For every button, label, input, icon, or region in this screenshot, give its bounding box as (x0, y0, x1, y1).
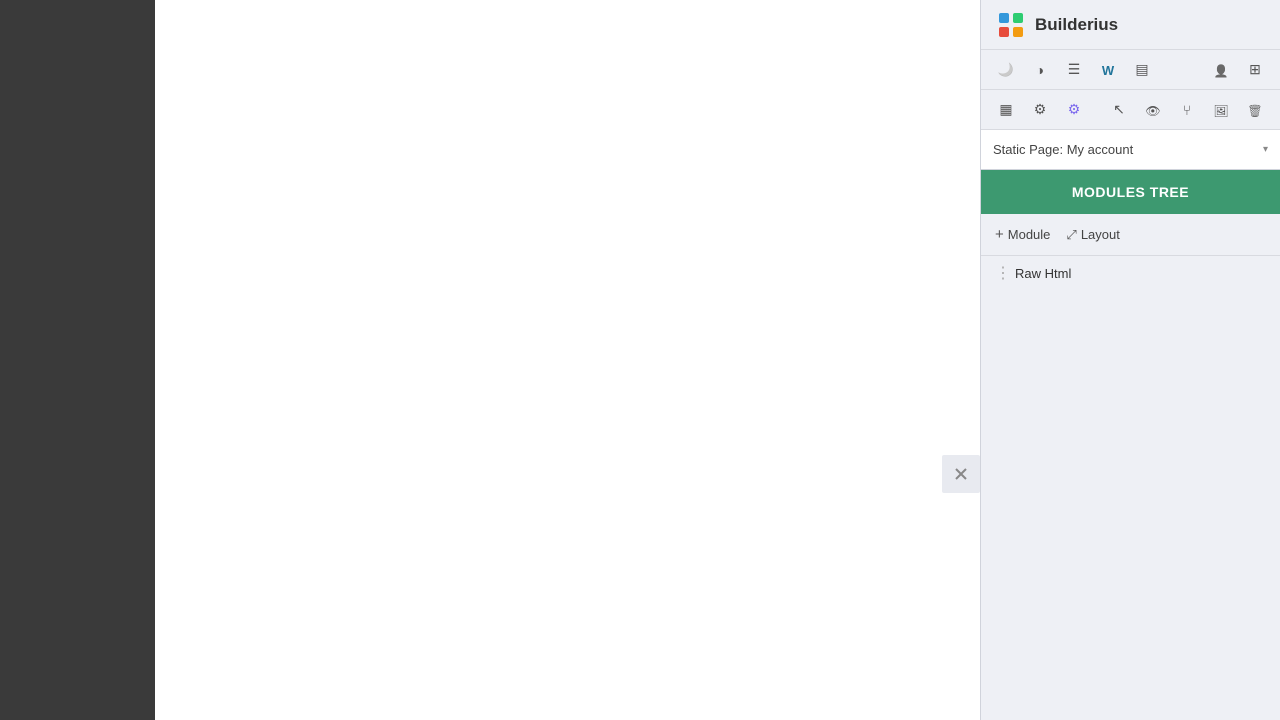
list-view-btn[interactable] (1059, 56, 1089, 84)
contrast-icon (1036, 62, 1044, 78)
layout-grid-btn[interactable] (991, 96, 1021, 124)
layers-icon (1249, 61, 1261, 78)
add-module-button[interactable]: + Module (995, 226, 1050, 243)
tree-item-label: Raw Html (1015, 266, 1071, 281)
layout-grid-icon (999, 101, 1012, 118)
toolbar-row-2 (981, 90, 1280, 130)
image-btn[interactable] (1206, 96, 1236, 124)
dark-mode-btn[interactable] (991, 56, 1021, 84)
left-border (0, 0, 155, 720)
branch-btn[interactable] (1172, 96, 1202, 124)
moon-icon (998, 61, 1014, 78)
add-row: + Module ⤢ Layout (981, 214, 1280, 256)
tree-content: Raw Html (981, 256, 1280, 720)
add-module-label: Module (1008, 227, 1051, 242)
app-title: Builderius (1035, 15, 1118, 35)
contrast-btn[interactable] (1025, 56, 1055, 84)
modules-tree-header: MODULES TREE (981, 170, 1280, 214)
right-panel: Builderius (980, 0, 1280, 720)
canvas-area (155, 0, 980, 720)
page-selector[interactable]: Static Page: My account ▾ (981, 130, 1280, 170)
wp-btn[interactable] (1093, 56, 1123, 84)
eye-icon (1145, 102, 1160, 118)
settings-icon (1034, 101, 1047, 118)
list-icon (1068, 61, 1081, 78)
close-button[interactable] (942, 455, 980, 493)
trash-icon (1247, 102, 1262, 118)
layers-btn[interactable] (1240, 56, 1270, 84)
modules-tree-title: MODULES TREE (1072, 184, 1189, 200)
toolbar-row-1 (981, 50, 1280, 90)
logo-icon (995, 9, 1027, 41)
panel-header: Builderius (981, 0, 1280, 50)
layout-add-icon: ⤢ (1066, 227, 1076, 243)
add-layout-button[interactable]: ⤢ Layout (1066, 227, 1119, 243)
cursor-icon (1113, 101, 1125, 118)
settings2-btn[interactable] (1059, 96, 1089, 124)
page-selector-label: Static Page: My account (993, 142, 1133, 157)
settings-btn[interactable] (1025, 96, 1055, 124)
chevron-down-icon: ▾ (1263, 144, 1268, 155)
delete-btn[interactable] (1240, 96, 1270, 124)
preview-btn[interactable] (1138, 96, 1168, 124)
page-view-btn[interactable] (1127, 56, 1157, 84)
branch-icon (1183, 102, 1191, 118)
user-btn[interactable] (1206, 56, 1236, 84)
user-icon (1214, 62, 1229, 78)
image-icon (1213, 102, 1228, 118)
add-layout-label: Layout (1081, 227, 1120, 242)
add-module-plus-icon: + (995, 226, 1004, 243)
wp-icon (1102, 62, 1114, 78)
settings2-icon (1068, 101, 1081, 118)
cursor-btn[interactable] (1104, 96, 1134, 124)
page-icon (1135, 61, 1148, 78)
tree-item-raw-html[interactable]: Raw Html (981, 256, 1280, 290)
drag-handle-icon (995, 263, 1009, 283)
